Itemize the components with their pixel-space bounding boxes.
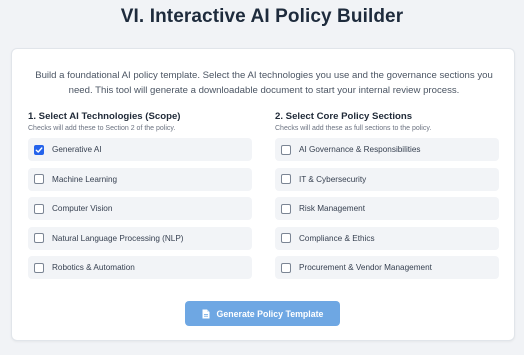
checkmark-icon — [35, 146, 43, 153]
policy-section-checkbox[interactable] — [281, 262, 291, 273]
technology-option-label: Machine Learning — [52, 174, 118, 184]
sections-list: AI Governance & Responsibilities IT & Cyb… — [275, 138, 499, 279]
policy-section-option[interactable]: AI Governance & Responsibilities — [275, 138, 499, 161]
technology-option-label: Robotics & Automation — [52, 263, 135, 272]
policy-section-option-label: Risk Management — [299, 204, 365, 213]
technology-option[interactable]: Robotics & Automation — [28, 256, 252, 279]
policy-section-option-label: Procurement & Vendor Management — [299, 263, 432, 272]
sections-heading: 2. Select Core Policy Sections — [275, 111, 413, 122]
technology-checkbox[interactable] — [34, 262, 44, 273]
policy-section-option[interactable]: IT & Cybersecurity — [275, 167, 499, 191]
policy-section-checkbox[interactable] — [281, 144, 291, 155]
intro-text: Build a foundational AI policy template.… — [35, 70, 493, 96]
technologies-hint: Checks will add these to Section 2 of th… — [28, 125, 176, 132]
technologies-list: Generative AI Machine Learning Computer Vi… — [28, 138, 252, 279]
technologies-column: 1. Select AI Technologies (Scope) Checks… — [28, 111, 252, 286]
technology-checkbox[interactable] — [34, 233, 44, 243]
sections-hint: Checks will add these as full sections t… — [275, 125, 432, 132]
document-icon — [202, 309, 210, 319]
policy-section-checkbox[interactable] — [281, 174, 291, 184]
policy-section-option[interactable]: Procurement & Vendor Management — [275, 256, 499, 279]
technology-option[interactable]: Natural Language Processing (NLP) — [28, 226, 252, 250]
policy-section-option[interactable]: Compliance & Ethics — [275, 226, 499, 250]
generate-policy-button[interactable]: Generate Policy Template — [185, 301, 340, 326]
policy-section-option-label: AI Governance & Responsibilities — [299, 145, 421, 154]
policy-section-checkbox[interactable] — [281, 233, 291, 243]
technology-option-label: Generative AI — [52, 145, 102, 154]
technology-option[interactable]: Machine Learning — [28, 167, 252, 191]
policy-section-option[interactable]: Risk Management — [275, 197, 499, 220]
technology-option[interactable]: Generative AI — [28, 138, 252, 161]
technology-option[interactable]: Computer Vision — [28, 197, 252, 220]
technology-checkbox[interactable] — [34, 144, 44, 155]
sections-column: 2. Select Core Policy Sections Checks wi… — [275, 111, 499, 286]
technology-checkbox[interactable] — [34, 174, 44, 184]
technology-option-label: Natural Language Processing (NLP) — [52, 233, 184, 243]
page-title: VI. Interactive AI Policy Builder — [120, 6, 404, 27]
policy-section-option-label: IT & Cybersecurity — [299, 174, 367, 184]
policy-builder-card: Build a foundational AI policy template.… — [11, 48, 515, 341]
technology-checkbox[interactable] — [34, 203, 44, 214]
technology-option-label: Computer Vision — [52, 204, 113, 213]
generate-button-label: Generate Policy Template — [216, 308, 324, 319]
policy-section-option-label: Compliance & Ethics — [299, 233, 375, 243]
policy-section-checkbox[interactable] — [281, 203, 291, 214]
technologies-heading: 1. Select AI Technologies (Scope) — [28, 111, 181, 122]
